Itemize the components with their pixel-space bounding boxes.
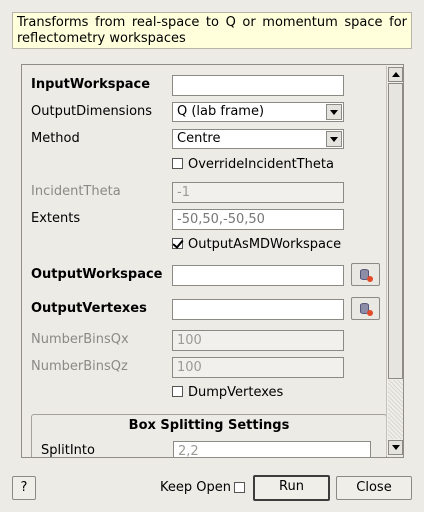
close-button[interactable]: Close bbox=[336, 476, 412, 500]
output-as-md-workspace-box[interactable] bbox=[172, 238, 183, 249]
database-icon bbox=[360, 268, 373, 282]
dump-vertexes-box[interactable] bbox=[172, 386, 183, 397]
number-bins-qx-field[interactable]: 100 bbox=[172, 330, 344, 351]
properties-scroll-area: InputWorkspace OutputDimensions Q (lab f… bbox=[21, 64, 404, 458]
run-button[interactable]: Run bbox=[253, 475, 330, 501]
override-incident-theta-box[interactable] bbox=[172, 158, 183, 169]
keep-open-checkbox[interactable] bbox=[234, 482, 245, 493]
help-button[interactable]: ? bbox=[12, 476, 36, 500]
incident-theta-label: IncidentTheta bbox=[31, 184, 121, 199]
algorithm-description: Transforms from real-space to Q or momen… bbox=[12, 12, 412, 49]
extents-label: Extents bbox=[31, 211, 81, 226]
input-workspace-field[interactable] bbox=[172, 75, 344, 96]
scroll-up-button[interactable] bbox=[388, 67, 403, 82]
number-bins-qx-label: NumberBinsQx bbox=[31, 332, 129, 347]
split-into-field[interactable]: 2,2 bbox=[173, 441, 371, 457]
dump-vertexes-label: DumpVertexes bbox=[188, 385, 284, 400]
chevron-down-icon bbox=[326, 131, 342, 147]
scrollbar-track[interactable] bbox=[388, 380, 403, 439]
output-vertexes-field[interactable] bbox=[172, 299, 344, 320]
vertical-scrollbar[interactable] bbox=[386, 66, 403, 456]
dump-vertexes-checkbox[interactable]: DumpVertexes bbox=[172, 383, 283, 403]
extents-field[interactable]: -50,50,-50,50 bbox=[172, 209, 344, 230]
keep-open-label: Keep Open bbox=[160, 480, 231, 495]
method-value: Centre bbox=[177, 131, 221, 146]
method-select[interactable]: Centre bbox=[172, 129, 344, 149]
input-workspace-label: InputWorkspace bbox=[31, 77, 151, 92]
split-into-label: SplitInto bbox=[41, 443, 95, 458]
override-incident-theta-label: OverrideIncidentTheta bbox=[188, 157, 334, 172]
database-icon bbox=[360, 302, 373, 316]
output-dimensions-label: OutputDimensions bbox=[31, 104, 153, 119]
incident-theta-field[interactable]: -1 bbox=[172, 182, 344, 203]
output-vertexes-browse-button[interactable] bbox=[351, 297, 380, 320]
scroll-down-button[interactable] bbox=[388, 440, 403, 455]
output-dimensions-select[interactable]: Q (lab frame) bbox=[172, 102, 344, 122]
triangle-down-icon bbox=[391, 445, 400, 450]
output-dimensions-value: Q (lab frame) bbox=[177, 104, 265, 119]
override-incident-theta-checkbox[interactable]: OverrideIncidentTheta bbox=[172, 155, 334, 175]
chevron-down-icon bbox=[326, 104, 342, 120]
output-workspace-field[interactable] bbox=[172, 265, 344, 286]
output-workspace-browse-button[interactable] bbox=[351, 263, 380, 286]
output-as-md-workspace-label: OutputAsMDWorkspace bbox=[188, 237, 342, 252]
scrollbar-thumb[interactable] bbox=[388, 83, 403, 379]
triangle-up-icon bbox=[391, 72, 400, 77]
output-as-md-workspace-checkbox[interactable]: OutputAsMDWorkspace bbox=[172, 235, 341, 255]
box-splitting-title: Box Splitting Settings bbox=[128, 418, 290, 433]
box-splitting-group: Box Splitting Settings SplitInto 2,2 bbox=[31, 414, 387, 458]
number-bins-qz-field[interactable]: 100 bbox=[172, 357, 344, 378]
output-vertexes-label: OutputVertexes bbox=[31, 301, 147, 316]
number-bins-qz-label: NumberBinsQz bbox=[31, 359, 128, 374]
output-workspace-label: OutputWorkspace bbox=[31, 267, 163, 282]
method-label: Method bbox=[31, 131, 80, 146]
